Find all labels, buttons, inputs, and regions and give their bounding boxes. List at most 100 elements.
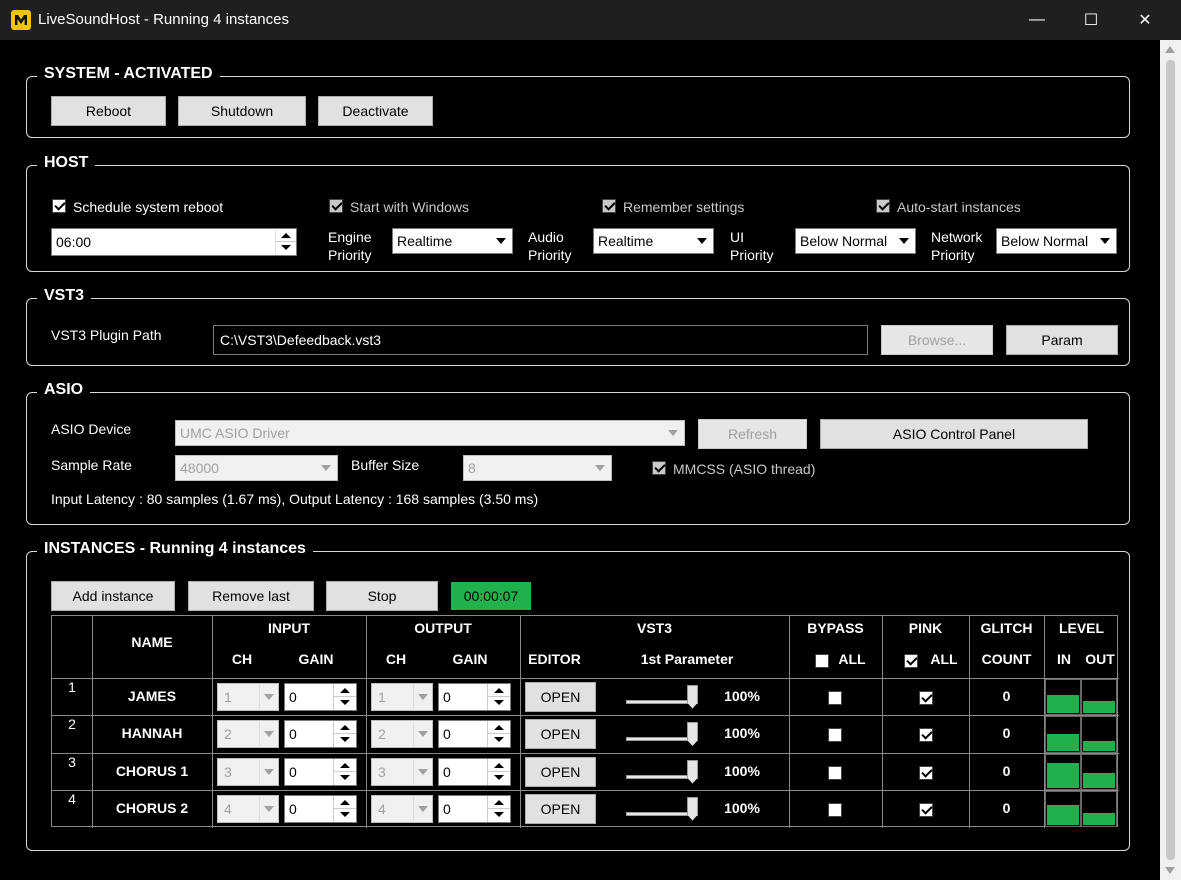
elapsed-timer: 00:00:07 bbox=[451, 582, 531, 610]
maximize-button[interactable]: ☐ bbox=[1064, 0, 1118, 40]
bypass-checkbox[interactable] bbox=[828, 765, 842, 780]
updown-icon[interactable] bbox=[333, 683, 356, 710]
level-out-meter bbox=[1081, 679, 1117, 715]
input-channel-select[interactable]: 1 bbox=[217, 682, 279, 711]
pink-all-checkbox[interactable] bbox=[904, 654, 918, 668]
bypass-checkbox[interactable] bbox=[828, 728, 842, 742]
title-bar: LiveSoundHost - Running 4 instances — ☐ … bbox=[0, 0, 1181, 40]
pink-checkbox[interactable] bbox=[919, 728, 933, 742]
chevron-down-icon bbox=[259, 722, 277, 746]
level-in-fill bbox=[1047, 695, 1079, 713]
ui-priority-select[interactable]: Below Normal bbox=[795, 228, 916, 254]
updown-icon[interactable] bbox=[333, 758, 356, 785]
asio-device-select[interactable]: UMC ASIO Driver bbox=[175, 420, 685, 446]
header-input-ch: CH bbox=[231, 651, 253, 667]
output-channel-select[interactable]: 1 bbox=[371, 682, 433, 711]
browse-button[interactable]: Browse... bbox=[881, 325, 993, 355]
header-pink: PINK bbox=[908, 620, 943, 636]
refresh-button[interactable]: Refresh bbox=[698, 419, 807, 449]
output-channel-value: 2 bbox=[378, 726, 386, 742]
network-priority-select[interactable]: Below Normal bbox=[996, 228, 1117, 254]
glitch-count: 0 bbox=[1002, 762, 1011, 779]
bypass-all-checkbox[interactable] bbox=[815, 654, 829, 668]
input-channel-select[interactable]: 3 bbox=[217, 757, 279, 786]
sample-rate-select[interactable]: 48000 bbox=[175, 455, 338, 481]
close-button[interactable]: ✕ bbox=[1118, 0, 1172, 40]
bypass-checkbox[interactable] bbox=[828, 690, 842, 705]
auto-start-checkbox[interactable] bbox=[876, 199, 890, 213]
stop-button[interactable]: Stop bbox=[326, 581, 438, 611]
updown-icon[interactable] bbox=[487, 758, 510, 785]
updown-icon[interactable] bbox=[333, 795, 356, 822]
input-gain-stepper[interactable]: 0 bbox=[284, 720, 357, 748]
updown-icon[interactable] bbox=[333, 721, 356, 747]
header-first-param: 1st Parameter bbox=[640, 651, 734, 667]
vertical-scrollbar[interactable] bbox=[1160, 40, 1181, 880]
remember-settings-checkbox[interactable] bbox=[602, 199, 616, 213]
updown-icon[interactable] bbox=[487, 721, 510, 747]
time-stepper[interactable] bbox=[275, 230, 296, 254]
param-value: 100% bbox=[724, 725, 760, 741]
updown-icon[interactable] bbox=[487, 795, 510, 822]
scroll-thumb[interactable] bbox=[1166, 60, 1175, 860]
scroll-down-icon[interactable] bbox=[1165, 867, 1175, 874]
scroll-up-icon[interactable] bbox=[1165, 46, 1175, 53]
param-slider-thumb[interactable] bbox=[687, 684, 698, 709]
glitch-count: 0 bbox=[1002, 687, 1011, 704]
output-gain-stepper[interactable]: 0 bbox=[438, 794, 511, 823]
header-editor: EDITOR bbox=[528, 651, 581, 667]
updown-icon[interactable] bbox=[487, 683, 510, 710]
header-output-gain: GAIN bbox=[452, 651, 488, 667]
input-channel-select[interactable]: 2 bbox=[217, 720, 279, 748]
row-number: 2 bbox=[68, 716, 76, 732]
ui-priority-label-1: UI bbox=[730, 229, 744, 245]
output-channel-select[interactable]: 4 bbox=[371, 794, 433, 823]
input-gain-stepper[interactable]: 0 bbox=[284, 757, 357, 786]
open-editor-button[interactable]: OPEN bbox=[525, 681, 596, 712]
param-slider-thumb[interactable] bbox=[687, 759, 698, 784]
mmcss-checkbox[interactable] bbox=[652, 461, 666, 475]
param-button[interactable]: Param bbox=[1006, 325, 1118, 355]
asio-group-title: ASIO bbox=[37, 381, 91, 399]
open-editor-button[interactable]: OPEN bbox=[525, 756, 596, 787]
input-gain-stepper[interactable]: 0 bbox=[284, 794, 357, 823]
header-bypass-all: ALL bbox=[838, 651, 866, 667]
shutdown-button[interactable]: Shutdown bbox=[178, 96, 306, 126]
bypass-checkbox[interactable] bbox=[828, 802, 842, 817]
pink-checkbox[interactable] bbox=[919, 690, 933, 705]
vst3-path-input[interactable]: C:\VST3\Defeedback.vst3 bbox=[213, 325, 868, 355]
schedule-time-input[interactable]: 06:00 bbox=[51, 228, 297, 256]
engine-priority-select[interactable]: Realtime bbox=[392, 228, 513, 254]
level-in-meter bbox=[1045, 754, 1081, 790]
pink-checkbox[interactable] bbox=[919, 802, 933, 817]
reboot-button[interactable]: Reboot bbox=[51, 96, 166, 126]
output-channel-value: 3 bbox=[378, 763, 386, 780]
output-channel-select[interactable]: 3 bbox=[371, 757, 433, 786]
input-channel-select[interactable]: 4 bbox=[217, 794, 279, 823]
buffer-size-select[interactable]: 8 bbox=[463, 455, 612, 481]
output-gain-stepper[interactable]: 0 bbox=[438, 682, 511, 711]
start-with-windows-checkbox[interactable] bbox=[329, 199, 343, 213]
open-editor-button[interactable]: OPEN bbox=[525, 719, 596, 749]
output-channel-select[interactable]: 2 bbox=[371, 720, 433, 748]
asio-control-panel-button[interactable]: ASIO Control Panel bbox=[820, 419, 1088, 449]
input-gain-stepper[interactable]: 0 bbox=[284, 682, 357, 711]
output-gain-stepper[interactable]: 0 bbox=[438, 720, 511, 748]
chevron-down-icon bbox=[413, 796, 431, 821]
asio-device-value: UMC ASIO Driver bbox=[180, 425, 290, 441]
ui-priority-label-2: Priority bbox=[730, 247, 774, 263]
schedule-reboot-checkbox[interactable] bbox=[52, 199, 66, 213]
param-slider-thumb[interactable] bbox=[687, 722, 698, 746]
output-gain-stepper[interactable]: 0 bbox=[438, 757, 511, 786]
output-channel-value: 1 bbox=[378, 688, 386, 705]
output-channel-value: 4 bbox=[378, 800, 386, 817]
level-in-meter bbox=[1045, 716, 1081, 753]
audio-priority-select[interactable]: Realtime bbox=[593, 228, 714, 254]
add-instance-button[interactable]: Add instance bbox=[51, 581, 175, 611]
deactivate-button[interactable]: Deactivate bbox=[318, 96, 433, 126]
minimize-button[interactable]: — bbox=[1010, 0, 1064, 40]
remove-last-button[interactable]: Remove last bbox=[188, 581, 314, 611]
pink-checkbox[interactable] bbox=[919, 765, 933, 780]
open-editor-button[interactable]: OPEN bbox=[525, 793, 596, 824]
param-slider-thumb[interactable] bbox=[687, 796, 698, 821]
